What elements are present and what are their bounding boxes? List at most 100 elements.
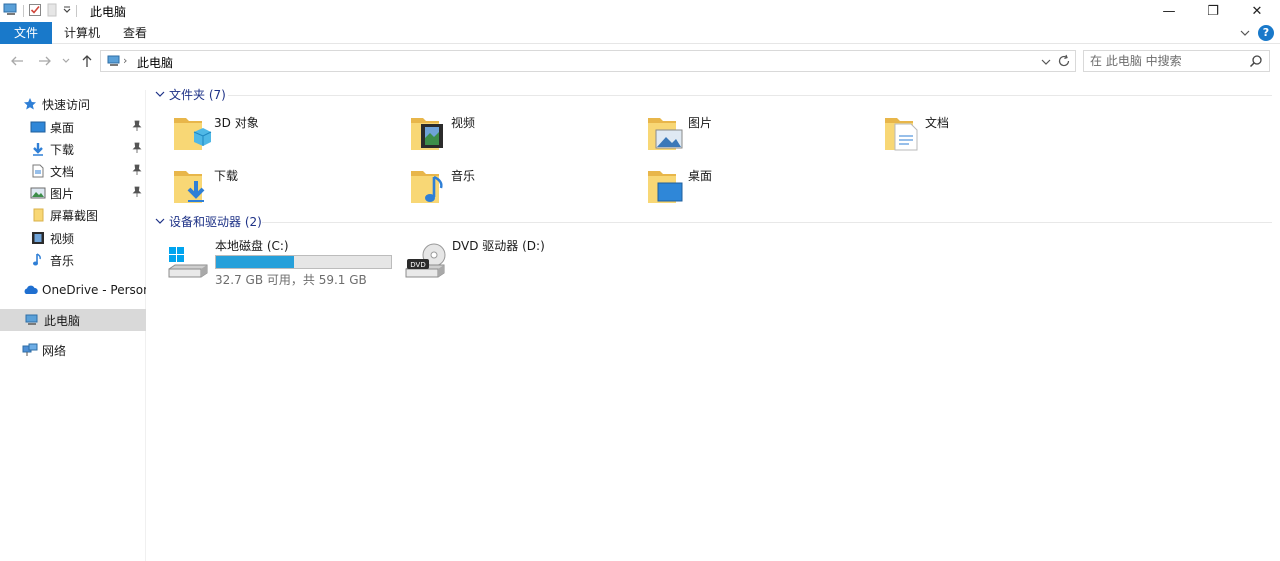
downloads-folder-icon [174,171,205,203]
ribbon-tabs: 文件 计算机 查看 ? [0,22,1280,44]
sidebar-item-music[interactable]: 音乐 [0,249,146,271]
folder-label: 图片 [688,116,713,130]
sidebar-item-label: 此电脑 [44,313,81,328]
sidebar-item-label: 文档 [50,164,75,179]
qat-separator [23,5,24,17]
video-icon [30,230,46,246]
collapse-chevron-icon[interactable] [155,87,165,101]
new-folder-icon[interactable] [46,3,58,20]
folder-label: 文档 [925,116,950,130]
section-title: 设备和驱动器 (2) [169,214,262,229]
drive-d[interactable]: DVD DVD 驱动器 (D:) [404,237,634,287]
folder-music[interactable]: 音乐 [409,165,639,211]
customize-qat-chevron-icon[interactable] [62,4,72,18]
sidebar-item-videos[interactable]: 视频 [0,227,146,249]
tab-file[interactable]: 文件 [0,22,52,44]
folder-videos[interactable]: 视频 [409,112,639,158]
sidebar-item-screenshots[interactable]: 屏幕截图 [0,204,146,226]
sidebar-item-label: 屏幕截图 [50,208,99,223]
sidebar-item-label: 音乐 [50,253,75,268]
search-icon[interactable] [1249,54,1263,71]
pin-icon[interactable] [132,186,142,201]
folder-label: 视频 [451,116,476,130]
sidebar-item-pictures[interactable]: 图片 [0,182,146,204]
sidebar-item-this-pc[interactable]: 此电脑 [0,309,146,331]
breadcrumb-chevron-icon[interactable]: › [123,54,127,67]
minimize-button[interactable]: — [1146,0,1192,22]
window-title: 此电脑 [90,5,127,19]
folder-documents[interactable]: 文档 [883,112,1113,158]
sidebar-item-label: 下载 [50,142,75,157]
network-icon [22,342,38,358]
back-button[interactable] [8,52,26,70]
folder-downloads[interactable]: 下载 [172,165,402,211]
collapse-chevron-icon[interactable] [155,214,165,228]
recent-locations-button[interactable] [60,52,72,70]
sidebar-item-documents[interactable]: 文档 [0,160,146,182]
refresh-icon[interactable] [1057,54,1071,72]
music-icon [30,252,46,268]
up-button[interactable] [78,52,96,70]
pin-icon[interactable] [132,164,142,179]
arrow-left-icon [11,56,23,66]
video-folder-icon [411,118,443,150]
music-folder-icon [411,171,443,203]
expand-ribbon-chevron-icon[interactable] [1238,26,1252,40]
document-icon [30,163,46,179]
this-pc-icon [24,312,40,328]
sidebar-item-downloads[interactable]: 下载 [0,138,146,160]
drive-usage-bar [215,255,392,269]
sidebar-item-quick-access[interactable]: 快速访问 [0,93,146,115]
section-title: 文件夹 (7) [169,87,226,102]
address-dropdown-chevron-icon[interactable] [1041,55,1051,69]
navigation-pane: 快速访问 桌面 下载 文档 图片 屏幕截图 视频 音乐 OneDrive - P… [0,90,146,561]
devices-section-header[interactable]: 设备和驱动器 (2) [155,213,262,229]
dvd-drive-icon: DVD [405,243,446,278]
address-bar[interactable]: › 此电脑 [100,50,1076,72]
folder-desktop[interactable]: 桌面 [646,165,876,211]
sidebar-item-network[interactable]: 网络 [0,339,146,361]
desktop-icon [30,119,46,135]
help-button[interactable]: ? [1258,25,1274,41]
chevron-down-icon [62,58,70,63]
folder-3d-objects[interactable]: 3D 对象 [172,112,402,158]
sidebar-item-label: 桌面 [50,120,75,135]
folders-section-header[interactable]: 文件夹 (7) [155,86,226,102]
sidebar-item-label: 快速访问 [42,97,91,112]
drive-usage-fill [216,256,295,268]
section-divider [228,95,1272,96]
folder-label: 下载 [214,169,239,183]
sidebar-item-label: OneDrive - Persona [42,283,146,297]
sidebar-item-label: 视频 [50,231,75,246]
arrow-right-icon [39,56,51,66]
restore-button[interactable]: ❐ [1190,0,1236,22]
pictures-folder-icon [648,118,683,150]
sidebar-item-label: 网络 [42,343,67,358]
drive-space-text: 32.7 GB 可用，共 59.1 GB [215,273,367,287]
desktop-folder-icon [648,171,683,203]
search-box[interactable] [1083,50,1270,72]
close-button[interactable]: ✕ [1234,0,1280,22]
tab-view[interactable]: 查看 [112,22,158,44]
search-input[interactable] [1084,51,1234,71]
windows-drive-icon [168,247,208,278]
qat-separator [76,5,77,17]
cloud-icon [22,282,38,298]
sidebar-item-onedrive[interactable]: OneDrive - Persona [0,279,146,301]
drive-c[interactable]: 本地磁盘 (C:) 32.7 GB 可用，共 59.1 GB [167,237,397,287]
folder-label: 音乐 [451,169,476,183]
picture-icon [30,185,46,201]
this-pc-icon [107,55,121,70]
section-divider [262,222,1272,223]
this-pc-icon [3,3,19,20]
sidebar-item-label: 图片 [50,186,75,201]
pin-icon[interactable] [132,120,142,135]
breadcrumb[interactable]: 此电脑 [137,54,173,71]
forward-button[interactable] [36,52,54,70]
properties-icon[interactable] [28,3,42,20]
tab-computer[interactable]: 计算机 [58,22,106,44]
sidebar-item-desktop[interactable]: 桌面 [0,116,146,138]
pin-icon[interactable] [132,142,142,157]
navigation-bar: › 此电脑 [0,47,1280,75]
folder-pictures[interactable]: 图片 [646,112,876,158]
